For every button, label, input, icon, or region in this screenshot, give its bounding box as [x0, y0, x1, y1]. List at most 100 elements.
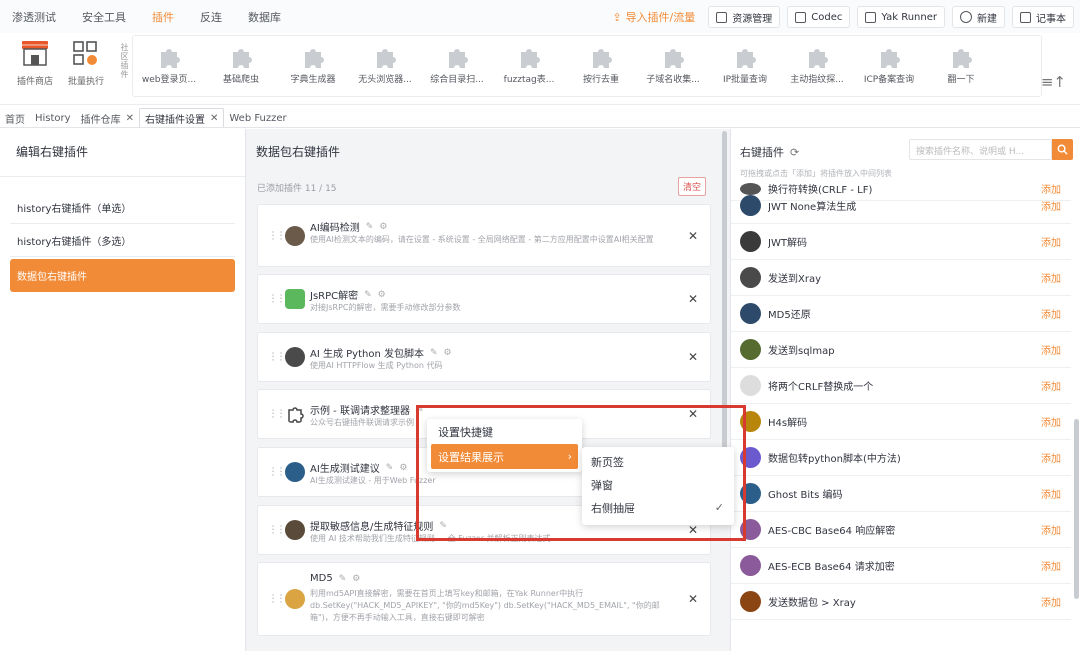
add-button[interactable]: 添加	[1041, 450, 1061, 465]
middle-scrollbar[interactable]	[722, 131, 727, 461]
menu-pentest[interactable]: 渗透测试	[12, 9, 56, 25]
new-button[interactable]: 新建	[952, 6, 1005, 28]
settings-icon[interactable]: ⚙	[379, 222, 387, 232]
add-button[interactable]: 添加	[1041, 414, 1061, 429]
drag-handle-icon[interactable]: ⋮⋮	[268, 594, 286, 605]
drag-handle-icon[interactable]: ⋮⋮	[268, 352, 286, 363]
submenu-item-popup[interactable]: 弹窗	[582, 473, 734, 496]
add-button[interactable]: 添加	[1041, 342, 1061, 357]
remove-icon[interactable]: ✕	[688, 350, 698, 364]
plugin-shortcut-item[interactable]: 无头浏览器...	[349, 44, 421, 85]
plugin-search-input[interactable]: 搜索插件名称、说明或 H...	[909, 139, 1052, 160]
menu-plugins[interactable]: 插件	[152, 9, 174, 25]
notepad-button[interactable]: 记事本	[1012, 6, 1074, 28]
remove-icon[interactable]: ✕	[688, 592, 698, 606]
plugin-shortcut-item[interactable]: 按行去重	[565, 44, 637, 85]
menu-item-result-display[interactable]: 设置结果展示 ›	[431, 444, 578, 469]
close-icon[interactable]: ✕	[126, 113, 134, 124]
submenu-item-right-drawer[interactable]: 右侧抽屉 ✓	[582, 496, 734, 519]
right-plugin-item[interactable]: 数据包转python脚本(中方法) 添加	[731, 440, 1071, 476]
remove-icon[interactable]: ✕	[688, 407, 698, 421]
right-plugin-item[interactable]: AES-ECB Base64 请求加密 添加	[731, 548, 1071, 584]
menu-database[interactable]: 数据库	[248, 9, 281, 25]
add-button[interactable]: 添加	[1041, 270, 1061, 285]
settings-icon[interactable]: ⚙	[352, 574, 360, 584]
add-button[interactable]: 添加	[1041, 378, 1061, 393]
plugin-shortcut-item[interactable]: 子域名收集...	[637, 44, 709, 85]
right-plugin-item[interactable]: MD5还原 添加	[731, 296, 1071, 332]
add-button[interactable]: 添加	[1041, 234, 1061, 249]
search-button[interactable]	[1052, 139, 1073, 160]
plugin-shortcut-item[interactable]: 字典生成器	[277, 44, 349, 85]
yak-runner-button[interactable]: Yak Runner	[857, 6, 945, 28]
plugin-shortcut-item[interactable]: web登录页...	[133, 44, 205, 85]
plugin-shortcut-item[interactable]: ICP备案查询	[853, 44, 925, 85]
add-button[interactable]: 添加	[1041, 594, 1061, 609]
sort-icon[interactable]: ≡↑	[1041, 73, 1066, 91]
import-button[interactable]: ⇪ 导入插件/流量	[612, 9, 695, 25]
edit-icon[interactable]: ✎	[364, 290, 372, 300]
close-icon[interactable]: ✕	[210, 113, 218, 124]
plugin-store-button[interactable]: 插件商店	[10, 39, 60, 87]
remove-icon[interactable]: ✕	[688, 523, 698, 537]
settings-icon[interactable]: ⚙	[399, 463, 407, 473]
edit-icon[interactable]: ✎	[416, 405, 424, 415]
menu-security-tools[interactable]: 安全工具	[82, 9, 126, 25]
drag-handle-icon[interactable]: ⋮⋮	[268, 525, 286, 536]
right-plugin-item[interactable]: 发送到Xray 添加	[731, 260, 1071, 296]
plugin-shortcut-item[interactable]: 主动指纹探...	[781, 44, 853, 85]
plugin-card[interactable]: ⋮⋮ JsRPC解密 ✎ ⚙ 对接JsRPC的解密，需要手动修改部分参数 ✕	[257, 274, 711, 324]
add-button[interactable]: 添加	[1041, 486, 1061, 501]
settings-icon[interactable]: ⚙	[444, 348, 452, 358]
menu-reverse[interactable]: 反连	[200, 9, 222, 25]
tab-web-fuzzer[interactable]: Web Fuzzer	[224, 109, 291, 127]
tab-plugin-repo[interactable]: 插件仓库 ✕	[76, 109, 139, 127]
edit-icon[interactable]: ✎	[386, 463, 394, 473]
plugin-shortcut-item[interactable]: 翻一下	[925, 44, 997, 85]
settings-icon[interactable]: ⚙	[378, 290, 386, 300]
left-item-history-multi[interactable]: history右键插件（多选）	[10, 224, 235, 257]
add-button[interactable]: 添加	[1041, 522, 1061, 537]
menu-item-set-shortcut[interactable]: 设置快捷键	[427, 419, 582, 444]
submenu-item-new-tab[interactable]: 新页签	[582, 450, 734, 473]
edit-icon[interactable]: ✎	[439, 521, 447, 531]
plugin-shortcut-item[interactable]: fuzztag表...	[493, 44, 565, 85]
drag-handle-icon[interactable]: ⋮⋮	[268, 230, 286, 241]
drag-handle-icon[interactable]: ⋮⋮	[268, 294, 286, 305]
right-plugin-item[interactable]: H4s解码 添加	[731, 404, 1071, 440]
plugin-shortcut-item[interactable]: 基础爬虫	[205, 44, 277, 85]
add-button[interactable]: 添加	[1041, 306, 1061, 321]
remove-icon[interactable]: ✕	[688, 292, 698, 306]
codec-button[interactable]: Codec	[787, 6, 851, 28]
tab-context-plugin-settings[interactable]: 右键插件设置 ✕	[138, 108, 225, 127]
left-item-history-single[interactable]: history右键插件（单选）	[10, 191, 235, 224]
right-plugin-item[interactable]: JWT解码 添加	[731, 224, 1071, 260]
right-scrollbar[interactable]	[1074, 419, 1079, 599]
left-item-packet[interactable]: 数据包右键插件	[10, 259, 235, 292]
remove-icon[interactable]: ✕	[688, 229, 698, 243]
refresh-icon[interactable]: ⟳	[790, 146, 799, 159]
plugin-shortcut-item[interactable]: IP批量查询	[709, 44, 781, 85]
plugin-card[interactable]: ⋮⋮ AI 生成 Python 发包脚本 ✎ ⚙ 使用AI HTTPFlow 生成 …	[257, 332, 711, 382]
right-plugin-item[interactable]: 发送数据包 > Xray 添加	[731, 584, 1071, 620]
edit-icon[interactable]: ✎	[366, 222, 374, 232]
tab-home[interactable]: 首页	[0, 109, 30, 127]
tab-history[interactable]: History	[30, 109, 76, 127]
batch-exec-button[interactable]: 批量执行	[62, 39, 110, 87]
clear-button[interactable]: 清空	[678, 177, 707, 196]
plugin-shortcut-item[interactable]: 综合目录扫...	[421, 44, 493, 85]
edit-icon[interactable]: ✎	[430, 348, 438, 358]
right-plugin-item[interactable]: 发送到sqlmap 添加	[731, 332, 1071, 368]
plugin-card[interactable]: ⋮⋮ AI编码检测 ✎ ⚙ 使用AI检测文本的编码，请在设置 - 系统设置 - 全局…	[257, 204, 711, 267]
resource-button[interactable]: 资源管理	[708, 6, 781, 28]
plugin-card[interactable]: ⋮⋮ MD5 ✎ ⚙ 利用md5API直接解密，需要在首页上填写key和邮箱，在Ya…	[257, 562, 711, 636]
right-plugin-item[interactable]: AES-CBC Base64 响应解密 添加	[731, 512, 1071, 548]
right-plugin-item[interactable]: 将两个CRLF替换成一个 添加	[731, 368, 1071, 404]
drag-handle-icon[interactable]: ⋮⋮	[268, 409, 286, 420]
right-plugin-item[interactable]: JWT None算法生成 添加	[731, 188, 1071, 224]
edit-icon[interactable]: ✎	[339, 574, 347, 584]
right-plugin-item[interactable]: Ghost Bits 编码 添加	[731, 476, 1071, 512]
add-button[interactable]: 添加	[1041, 558, 1061, 573]
add-button[interactable]: 添加	[1041, 198, 1061, 213]
drag-handle-icon[interactable]: ⋮⋮	[268, 467, 286, 478]
